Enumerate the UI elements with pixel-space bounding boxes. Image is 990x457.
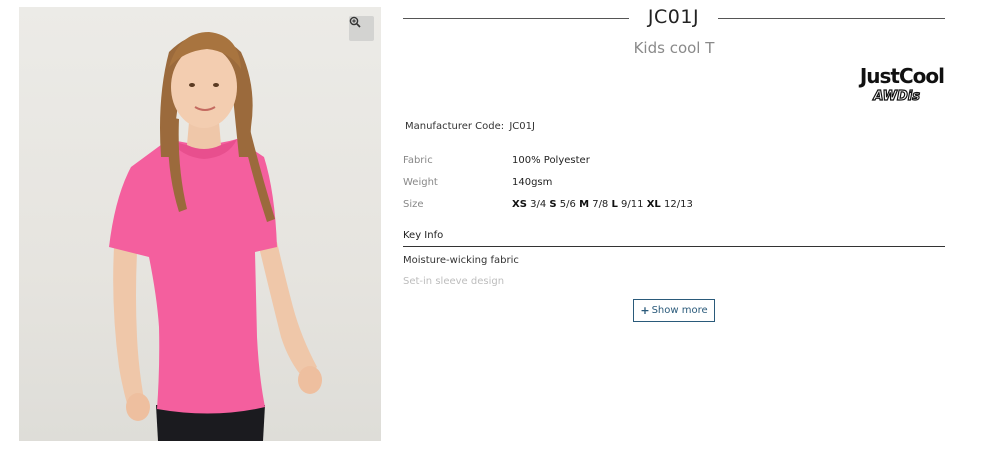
product-code-title: JC01J	[647, 6, 700, 28]
manufacturer-code-line: Manufacturer Code: JC01J	[403, 121, 535, 132]
key-info-heading: Key Info	[403, 230, 444, 241]
size-range: 9/11	[621, 199, 644, 210]
product-image[interactable]	[19, 7, 381, 441]
spec-value-weight: 140gsm	[512, 177, 553, 188]
spec-label-fabric: Fabric	[403, 155, 433, 166]
plus-icon: +	[640, 304, 650, 317]
size-code: M	[579, 199, 590, 210]
spec-value-sizes: XS 3/4 S 5/6 M 7/8 L 9/11 XL 12/13	[512, 199, 693, 210]
key-info-divider	[403, 246, 945, 247]
show-more-button[interactable]: + Show more	[633, 299, 715, 322]
zoom-in-icon	[349, 16, 361, 28]
size-range: 5/6	[559, 199, 576, 210]
title-divider-left	[403, 18, 629, 19]
brand-sub-logo: AWDis	[873, 88, 921, 104]
size-range: 3/4	[530, 199, 547, 210]
size-code: L	[611, 199, 618, 210]
key-info-item: Moisture-wicking fabric	[403, 255, 519, 266]
spec-value-fabric: 100% Polyester	[512, 155, 590, 166]
size-code: XL	[646, 199, 661, 210]
zoom-button[interactable]	[349, 16, 374, 41]
product-photo-illustration	[109, 32, 322, 441]
brand-name: JustCool	[859, 64, 945, 88]
spec-label-size: Size	[403, 199, 424, 210]
key-info-item: Set-in sleeve design	[403, 276, 505, 287]
size-code: XS	[512, 199, 527, 210]
product-title-row: JC01J	[403, 5, 945, 31]
manufacturer-code-label: Manufacturer Code:	[405, 121, 505, 132]
product-name: Kids cool T	[633, 39, 715, 57]
show-more-label: Show more	[651, 305, 708, 316]
size-range: 7/8	[592, 199, 609, 210]
size-code: S	[549, 199, 557, 210]
title-divider-right	[718, 18, 945, 19]
brand-logo: JustCool AWDis	[826, 64, 946, 110]
spec-label-weight: Weight	[403, 177, 438, 188]
manufacturer-code-value: JC01J	[509, 121, 535, 132]
size-range: 12/13	[663, 199, 693, 210]
